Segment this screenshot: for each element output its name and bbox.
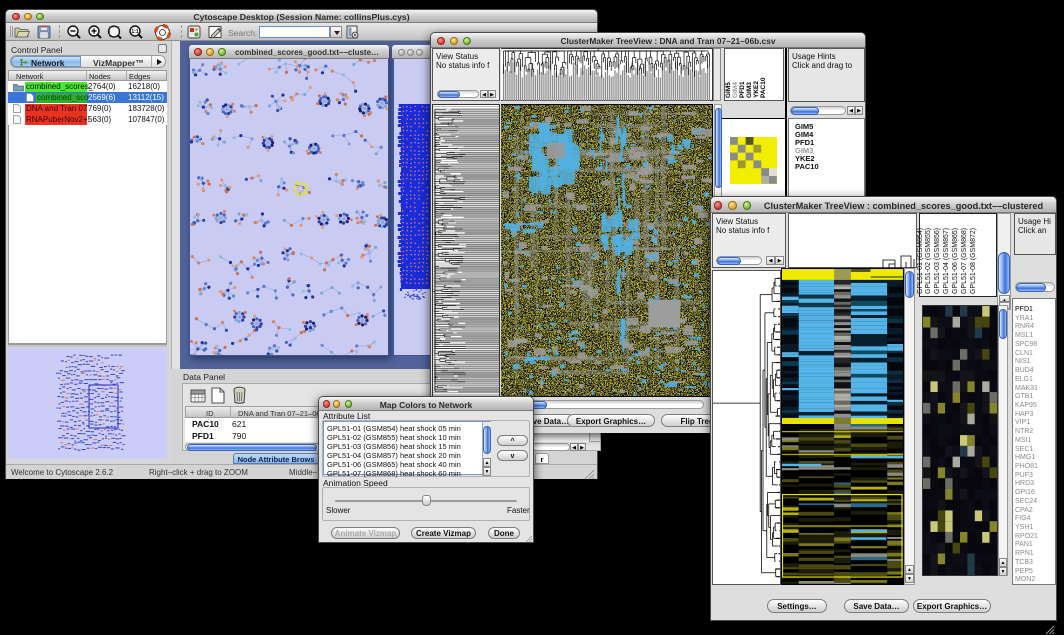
- svg-text:1:1: 1:1: [131, 29, 138, 35]
